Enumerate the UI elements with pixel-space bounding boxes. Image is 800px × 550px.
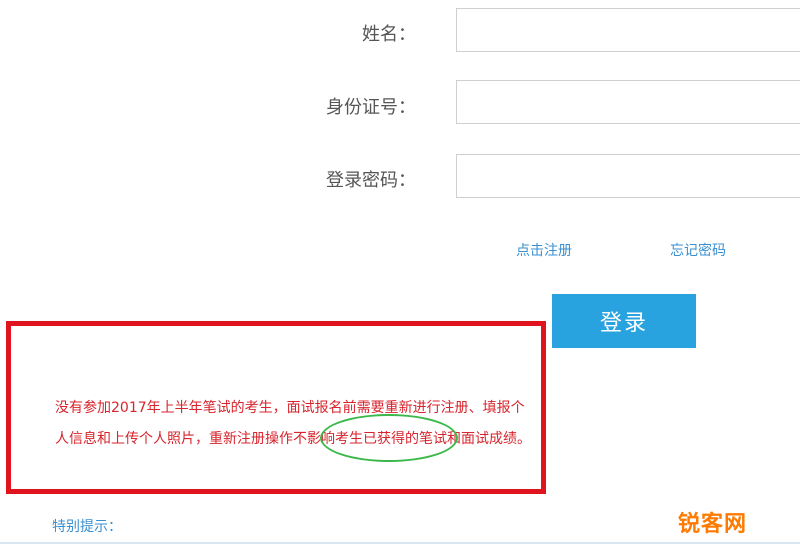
notice-text: 没有参加2017年上半年笔试的考生，面试报名前需要重新进行注册、填报个人信息和上… bbox=[55, 393, 535, 455]
name-input[interactable] bbox=[456, 8, 800, 52]
notice-box: 没有参加2017年上半年笔试的考生，面试报名前需要重新进行注册、填报个人信息和上… bbox=[6, 321, 546, 494]
password-input[interactable] bbox=[456, 154, 800, 198]
notice-text-highlight: 重新注册操作不影响 bbox=[209, 431, 335, 447]
name-label: 姓名： bbox=[362, 24, 416, 45]
watermark-logo: 锐客网 bbox=[678, 512, 748, 537]
bottom-divider bbox=[0, 542, 800, 544]
register-link[interactable]: 点击注册 bbox=[516, 240, 572, 260]
special-tip-label: 特别提示： bbox=[52, 519, 122, 535]
login-button[interactable]: 登录 bbox=[552, 294, 696, 348]
notice-text-after: 考生已获得的笔试和面试成绩。 bbox=[335, 431, 531, 447]
forgot-password-link[interactable]: 忘记密码 bbox=[670, 240, 726, 260]
password-label: 登录密码： bbox=[326, 170, 416, 191]
id-number-label: 身份证号： bbox=[326, 97, 416, 118]
id-number-input[interactable] bbox=[456, 80, 800, 124]
